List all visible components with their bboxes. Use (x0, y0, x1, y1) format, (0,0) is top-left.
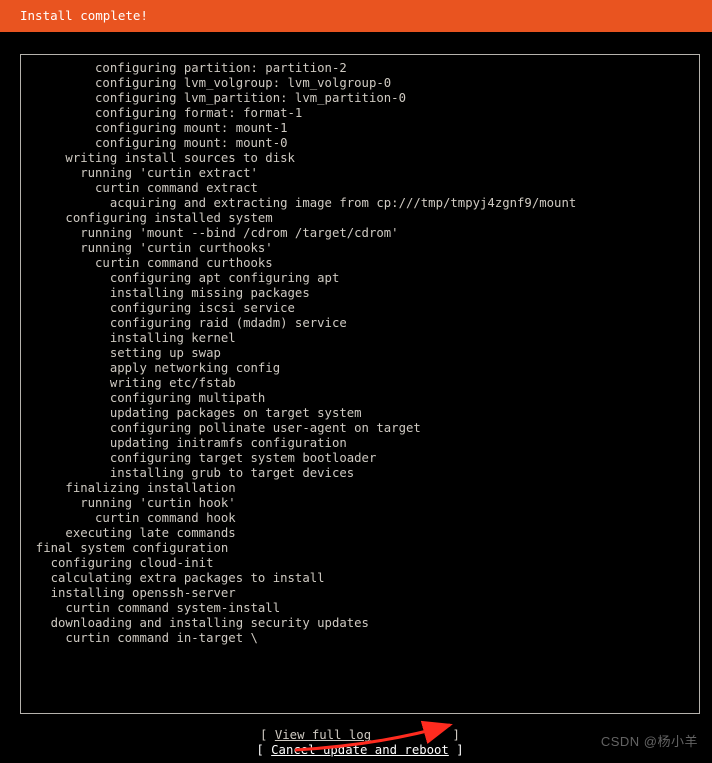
log-line: installing kernel (21, 331, 699, 346)
log-line: configuring pollinate user-agent on targ… (21, 421, 699, 436)
log-line: curtin command system-install (21, 601, 699, 616)
log-line: running 'mount --bind /cdrom /target/cdr… (21, 226, 699, 241)
log-line: installing grub to target devices (21, 466, 699, 481)
log-line: configuring installed system (21, 211, 699, 226)
log-line: installing missing packages (21, 286, 699, 301)
title-bar: Install complete! (0, 0, 712, 32)
log-line: configuring apt configuring apt (21, 271, 699, 286)
log-line: apply networking config (21, 361, 699, 376)
log-line: configuring mount: mount-0 (21, 136, 699, 151)
log-line: finalizing installation (21, 481, 699, 496)
log-line: writing install sources to disk (21, 151, 699, 166)
log-line: configuring lvm_volgroup: lvm_volgroup-0 (21, 76, 699, 91)
log-line: curtin command hook (21, 511, 699, 526)
view-full-log-label: View full log (275, 728, 371, 742)
log-line: running 'curtin curthooks' (21, 241, 699, 256)
log-line: running 'curtin extract' (21, 166, 699, 181)
log-line: final system configuration (21, 541, 699, 556)
installer-shell: configuring partition: partition-2 confi… (20, 54, 700, 759)
log-line: configuring target system bootloader (21, 451, 699, 466)
log-line: executing late commands (21, 526, 699, 541)
log-line: updating packages on target system (21, 406, 699, 421)
log-line: configuring lvm_partition: lvm_partition… (21, 91, 699, 106)
log-line: setting up swap (21, 346, 699, 361)
log-line: curtin command in-target \ (21, 631, 699, 646)
log-line: configuring cloud-init (21, 556, 699, 571)
log-line: calculating extra packages to install (21, 571, 699, 586)
log-line: configuring partition: partition-2 (21, 61, 699, 76)
log-line: configuring mount: mount-1 (21, 121, 699, 136)
log-line: updating initramfs configuration (21, 436, 699, 451)
log-line: running 'curtin hook' (21, 496, 699, 511)
log-line: curtin command extract (21, 181, 699, 196)
log-line: installing openssh-server (21, 586, 699, 601)
log-line: configuring raid (mdadm) service (21, 316, 699, 331)
log-line: configuring iscsi service (21, 301, 699, 316)
cancel-update-reboot-label: Cancel update and reboot (271, 743, 449, 757)
log-line: configuring format: format-1 (21, 106, 699, 121)
title-text: Install complete! (20, 8, 148, 23)
view-full-log-button[interactable]: [ View full log ] (260, 728, 460, 743)
log-line: acquiring and extracting image from cp:/… (21, 196, 699, 211)
log-line: curtin command curthooks (21, 256, 699, 271)
action-buttons: [ View full log ] [ Cancel update and re… (20, 728, 700, 758)
log-line: configuring multipath (21, 391, 699, 406)
install-log: configuring partition: partition-2 confi… (20, 54, 700, 714)
log-line: writing etc/fstab (21, 376, 699, 391)
cancel-update-reboot-button[interactable]: [ Cancel update and reboot ] (256, 743, 463, 758)
log-line: downloading and installing security upda… (21, 616, 699, 631)
